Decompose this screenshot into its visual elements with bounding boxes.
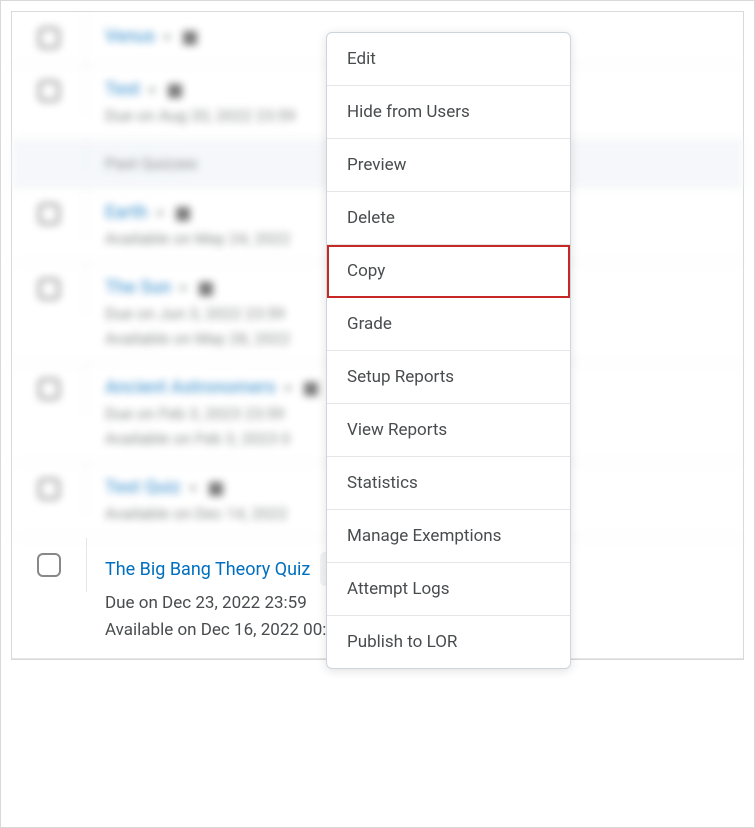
- checkbox-cell: [12, 538, 87, 592]
- row-checkbox: [38, 203, 60, 225]
- row-checkbox: [38, 278, 60, 300]
- menu-item-grade[interactable]: Grade: [327, 298, 570, 351]
- menu-item-statistics[interactable]: Statistics: [327, 457, 570, 510]
- chevron-down-icon: [189, 486, 197, 492]
- checkbox-cell: [12, 188, 87, 240]
- menu-item-manage-exemptions[interactable]: Manage Exemptions: [327, 510, 570, 563]
- row-checkbox: [38, 80, 60, 102]
- row-checkbox: [38, 27, 60, 49]
- status-icon: [199, 282, 213, 296]
- menu-item-view-reports[interactable]: View Reports: [327, 404, 570, 457]
- chevron-down-icon: [148, 88, 156, 94]
- quiz-title-link: Earth: [105, 202, 148, 223]
- quiz-title-link: Venus: [105, 26, 155, 47]
- chevron-down-icon: [163, 35, 171, 41]
- quiz-title-link: The Sun: [105, 277, 171, 298]
- row-checkbox: [38, 478, 60, 500]
- menu-item-publish-to-lor[interactable]: Publish to LOR: [327, 616, 570, 668]
- quiz-title-link: Ancient Astronomers: [105, 377, 276, 398]
- status-icon: [176, 207, 190, 221]
- status-icon: [183, 31, 197, 45]
- menu-item-copy[interactable]: Copy: [327, 245, 570, 298]
- menu-item-attempt-logs[interactable]: Attempt Logs: [327, 563, 570, 616]
- quiz-title-link: Test: [105, 79, 140, 100]
- chevron-down-icon: [179, 286, 187, 292]
- checkbox-cell: [12, 463, 87, 515]
- menu-item-hide-from-users[interactable]: Hide from Users: [327, 86, 570, 139]
- quiz-title-link[interactable]: The Big Bang Theory Quiz: [105, 559, 310, 580]
- menu-item-edit[interactable]: Edit: [327, 33, 570, 86]
- chevron-down-icon: [284, 386, 292, 392]
- status-icon: [168, 84, 182, 98]
- checkbox-cell: [12, 65, 87, 117]
- row-checkbox[interactable]: [37, 553, 61, 577]
- menu-item-delete[interactable]: Delete: [327, 192, 570, 245]
- checkbox-cell: [12, 263, 87, 315]
- checkbox-cell: [12, 363, 87, 415]
- chevron-down-icon: [156, 211, 164, 217]
- status-icon: [209, 482, 223, 496]
- category-title: Past Quizzes: [105, 154, 197, 173]
- checkbox-cell-empty: [12, 140, 87, 170]
- menu-item-setup-reports[interactable]: Setup Reports: [327, 351, 570, 404]
- context-menu: EditHide from UsersPreviewDeleteCopyGrad…: [326, 32, 571, 669]
- row-checkbox: [38, 378, 60, 400]
- menu-item-preview[interactable]: Preview: [327, 139, 570, 192]
- checkbox-cell: [12, 12, 87, 64]
- status-icon: [304, 382, 318, 396]
- quiz-title-link: Test Quiz: [105, 477, 181, 498]
